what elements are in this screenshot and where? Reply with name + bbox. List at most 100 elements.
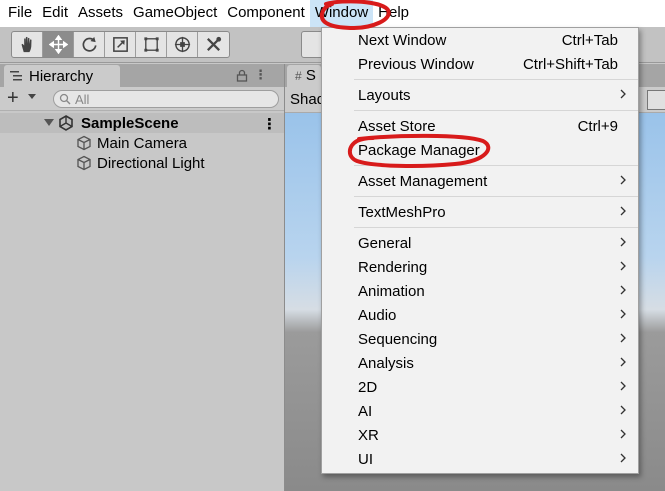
menu-item-analysis[interactable]: Analysis (322, 351, 638, 375)
menu-item-label: TextMeshPro (358, 203, 446, 221)
menu-item-2d[interactable]: 2D (322, 375, 638, 399)
submenu-chevron-icon (620, 89, 626, 99)
menu-item-shortcut: Ctrl+Shift+Tab (522, 55, 618, 73)
menu-separator (354, 79, 638, 80)
menu-item-label: Sequencing (358, 330, 438, 348)
submenu-chevron-icon (620, 405, 626, 415)
submenu-chevron-icon (620, 206, 626, 216)
submenu-chevron-icon (620, 261, 626, 271)
object-label: Main Camera (97, 134, 188, 152)
menu-item-layouts[interactable]: Layouts (322, 83, 638, 107)
menu-separator (354, 227, 638, 228)
scene-tab-label: S (305, 67, 316, 84)
object-label: Directional Light (97, 154, 205, 172)
window-menu-dropdown: Next Window Ctrl+Tab Previous Window Ctr… (321, 27, 639, 474)
search-placeholder: All (75, 91, 90, 107)
scale-tool-icon[interactable] (105, 32, 136, 57)
menu-item-sequencing[interactable]: Sequencing (322, 327, 638, 351)
submenu-chevron-icon (620, 453, 626, 463)
rotate-tool-icon[interactable] (74, 32, 105, 57)
menu-separator (354, 196, 638, 197)
menu-item-label: Next Window (358, 31, 447, 49)
expand-arrow-icon[interactable] (44, 119, 54, 126)
scene-row[interactable]: SampleScene ⋮ (0, 113, 284, 133)
menu-item-rendering[interactable]: Rendering (322, 255, 638, 279)
list-icon (10, 71, 22, 81)
menu-item-asset-store[interactable]: Asset Store Ctrl+9 (322, 114, 638, 138)
menu-help[interactable]: Help (373, 0, 414, 27)
menu-item-audio[interactable]: Audio (322, 303, 638, 327)
menu-item-shortcut: Ctrl+Tab (561, 31, 618, 49)
lock-icon[interactable] (236, 69, 248, 82)
hierarchy-tab-label: Hierarchy (29, 67, 94, 85)
hierarchy-tab[interactable]: Hierarchy (4, 65, 120, 87)
scene-tab[interactable]: # S (287, 65, 321, 87)
menu-item-previous-window[interactable]: Previous Window Ctrl+Shift+Tab (322, 52, 638, 76)
transform-tool-icon[interactable] (167, 32, 198, 57)
shading-mode-dropdown[interactable]: Shad (290, 91, 325, 108)
gameobject-cube-icon (77, 155, 91, 171)
menu-assets[interactable]: Assets (73, 0, 128, 27)
menu-file[interactable]: File (6, 0, 37, 27)
create-plus-icon[interactable]: + (7, 88, 19, 108)
create-dropdown-caret-icon[interactable] (28, 94, 36, 99)
menu-separator (354, 110, 638, 111)
menu-item-label: Audio (358, 306, 397, 324)
menu-item-label: General (358, 234, 412, 252)
menu-item-label: Analysis (358, 354, 414, 372)
submenu-chevron-icon (620, 237, 626, 247)
menu-item-animation[interactable]: Animation (322, 279, 638, 303)
menu-window[interactable]: Window (309, 0, 374, 27)
scene-menu-icon[interactable]: ⋮ (262, 115, 277, 133)
menu-item-next-window[interactable]: Next Window Ctrl+Tab (322, 28, 638, 52)
menu-item-ai[interactable]: AI (322, 399, 638, 423)
menu-item-xr[interactable]: XR (322, 423, 638, 447)
menu-item-label: Previous Window (358, 55, 474, 73)
menu-gameobject[interactable]: GameObject (128, 0, 222, 27)
submenu-chevron-icon (620, 429, 626, 439)
transform-tools (11, 31, 230, 58)
submenu-chevron-icon (620, 285, 626, 295)
hierarchy-tree: SampleScene ⋮ Main Camera Directional Li… (0, 111, 284, 491)
menu-separator (354, 165, 638, 166)
submenu-chevron-icon (620, 357, 626, 367)
menu-item-ui[interactable]: UI (322, 447, 638, 471)
submenu-chevron-icon (620, 175, 626, 185)
rect-tool-icon[interactable] (136, 32, 167, 57)
menu-item-label: Asset Management (358, 172, 488, 190)
menu-item-asset-management[interactable]: Asset Management (322, 169, 638, 193)
scene-name: SampleScene (81, 114, 179, 132)
menu-component[interactable]: Component (222, 0, 310, 27)
custom-tool-icon[interactable] (198, 32, 229, 57)
grid-toggle-icon[interactable] (647, 90, 665, 110)
gameobject-cube-icon (77, 135, 91, 151)
panel-menu-icon[interactable]: ⋮ (254, 67, 267, 83)
menu-item-label: XR (358, 426, 379, 444)
hand-tool-icon[interactable] (12, 32, 43, 57)
menu-item-label: 2D (358, 378, 378, 396)
menu-item-label: Asset Store (358, 117, 436, 135)
submenu-chevron-icon (620, 381, 626, 391)
hierarchy-tab-bar: Hierarchy ⋮ (0, 64, 284, 87)
unity-scene-icon (59, 115, 73, 131)
hierarchy-item-main-camera[interactable]: Main Camera (0, 133, 284, 153)
menu-item-textmeshpro[interactable]: TextMeshPro (322, 200, 638, 224)
menu-item-label: AI (358, 402, 373, 420)
submenu-chevron-icon (620, 309, 626, 319)
menu-item-label: UI (358, 450, 373, 468)
menu-item-label: Layouts (358, 86, 411, 104)
menu-item-label: Animation (358, 282, 425, 300)
menu-edit[interactable]: Edit (37, 0, 73, 27)
hierarchy-search-input[interactable]: All (53, 90, 279, 108)
menu-item-package-manager[interactable]: Package Manager (322, 138, 638, 162)
search-icon (59, 93, 71, 105)
menu-item-label: Rendering (358, 258, 428, 276)
menu-item-label: Package Manager (358, 141, 480, 159)
move-tool-icon[interactable] (43, 32, 74, 57)
menu-bar: File Edit Assets GameObject Component Wi… (0, 0, 665, 27)
hierarchy-toolbar: + All (0, 87, 284, 111)
menu-item-shortcut: Ctrl+9 (577, 117, 618, 135)
submenu-chevron-icon (620, 333, 626, 343)
menu-item-general[interactable]: General (322, 231, 638, 255)
hierarchy-item-directional-light[interactable]: Directional Light (0, 153, 284, 173)
